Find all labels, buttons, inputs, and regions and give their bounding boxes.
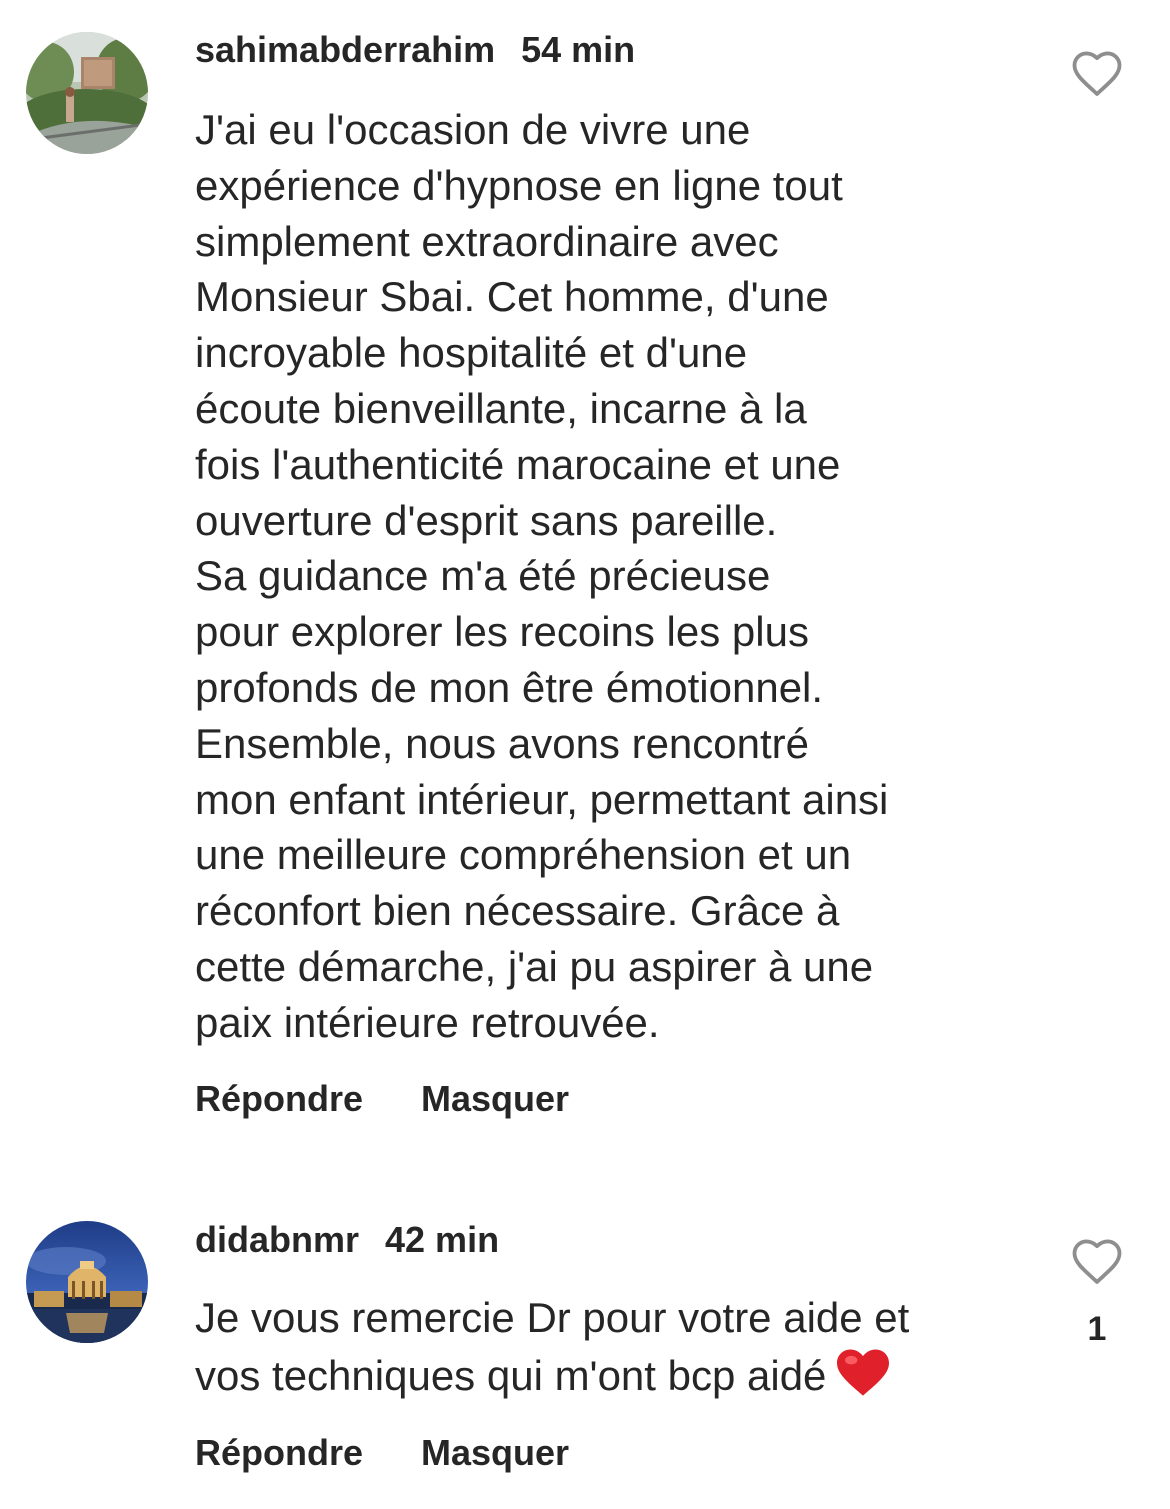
- like-count: 1: [1087, 1310, 1107, 1348]
- avatar[interactable]: [26, 32, 148, 154]
- reply-button[interactable]: Répondre: [195, 1078, 363, 1120]
- comment-text-body: Je vous remercie Dr pour votre aide et v…: [195, 1294, 910, 1399]
- heart-outline-icon: [1072, 1239, 1122, 1284]
- timestamp: 54 min: [521, 29, 636, 70]
- palace-night-avatar-icon: [26, 1221, 148, 1343]
- username[interactable]: sahimabderrahim: [195, 29, 495, 70]
- garden-photo-avatar-icon: [26, 32, 148, 154]
- like-button[interactable]: 1: [1070, 1236, 1124, 1349]
- red-heart-emoji-icon: [834, 1346, 892, 1412]
- hide-button[interactable]: Masquer: [421, 1078, 569, 1120]
- comment-header: sahimabderrahim 54 min: [195, 30, 635, 70]
- avatar[interactable]: [26, 1221, 148, 1343]
- comment-actions: Répondre Masquer: [195, 1432, 569, 1474]
- like-button[interactable]: [1070, 48, 1124, 98]
- hide-button[interactable]: Masquer: [421, 1432, 569, 1474]
- username[interactable]: didabnmr: [195, 1219, 359, 1260]
- comment-header: didabnmr 42 min: [195, 1220, 499, 1260]
- timestamp: 42 min: [385, 1219, 500, 1260]
- comment-text: J'ai eu l'occasion de vivre une expérien…: [195, 106, 889, 1046]
- comment-actions: Répondre Masquer: [195, 1078, 569, 1120]
- reply-button[interactable]: Répondre: [195, 1432, 363, 1474]
- comment-text: Je vous remercie Dr pour votre aide et v…: [195, 1290, 1075, 1412]
- heart-outline-icon: [1072, 51, 1122, 96]
